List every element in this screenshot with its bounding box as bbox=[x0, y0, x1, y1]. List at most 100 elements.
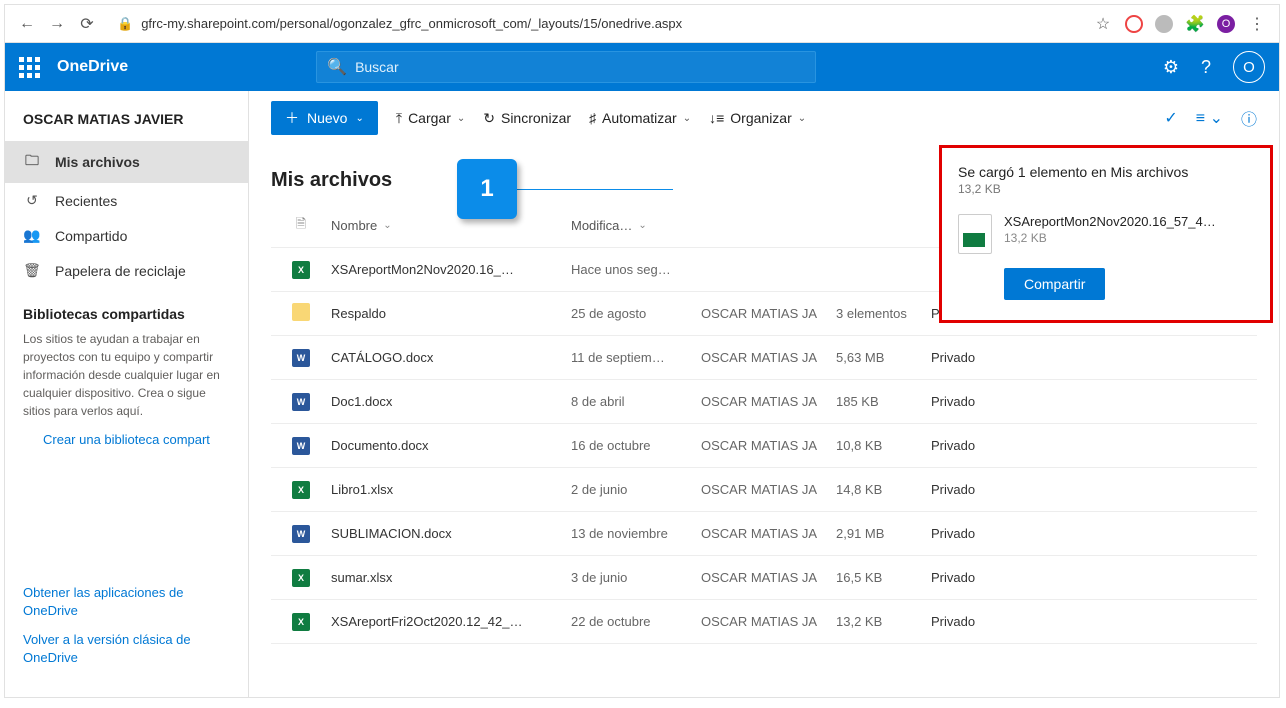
file-owner: OSCAR MATIAS JA bbox=[701, 350, 836, 365]
get-apps-link[interactable]: Obtener las aplicaciones de OneDrive bbox=[23, 584, 230, 620]
automate-button[interactable]: ♯ Automatizar ⌄ bbox=[589, 110, 691, 126]
doc-type-column-icon[interactable]: 🗎 bbox=[271, 215, 331, 237]
address-bar[interactable]: 🔒 gfrc-my.sharepoint.com/personal/ogonza… bbox=[107, 16, 1083, 32]
check-icon[interactable]: ✓ bbox=[1164, 108, 1177, 128]
browser-extensions: ☆ 🧩 O ⋮ bbox=[1093, 14, 1267, 34]
file-sharing: Privado bbox=[931, 482, 1026, 497]
file-owner: OSCAR MATIAS JA bbox=[701, 526, 836, 541]
folder-icon: 🗀 bbox=[23, 150, 41, 174]
sidebar-section-title: Bibliotecas compartidas bbox=[5, 288, 248, 330]
col-modified[interactable]: Modifica…⌄ bbox=[571, 218, 701, 233]
upload-icon: ⤒ bbox=[396, 110, 402, 127]
file-modified: 25 de agosto bbox=[571, 306, 701, 321]
table-row[interactable]: WDocumento.docx16 de octubreOSCAR MATIAS… bbox=[271, 424, 1257, 468]
file-sharing: Privado bbox=[931, 614, 1026, 629]
col-modified-label: Modifica… bbox=[571, 218, 632, 233]
chevron-down-icon: ⌄ bbox=[683, 113, 691, 124]
ext-adblock-icon[interactable] bbox=[1125, 15, 1143, 33]
classic-onedrive-link[interactable]: Volver a la versión clásica de OneDrive bbox=[23, 631, 230, 667]
toast-subtitle: 13,2 KB bbox=[958, 182, 1254, 196]
forward-icon[interactable]: → bbox=[47, 15, 67, 33]
file-name: XSAreportFri2Oct2020.12_42_… bbox=[331, 614, 571, 629]
table-row[interactable]: XLibro1.xlsx2 de junioOSCAR MATIAS JA14,… bbox=[271, 468, 1257, 512]
search-box[interactable]: 🔍 bbox=[316, 51, 816, 83]
app-title[interactable]: OneDrive bbox=[57, 58, 128, 76]
view-options-icon[interactable]: ≡ ⌄ bbox=[1196, 108, 1223, 128]
chevron-down-icon: ⌄ bbox=[383, 220, 391, 231]
back-icon[interactable]: ← bbox=[17, 15, 37, 33]
file-name: sumar.xlsx bbox=[331, 570, 571, 585]
file-modified: 22 de octubre bbox=[571, 614, 701, 629]
sidebar-item-shared[interactable]: 👥 Compartido bbox=[5, 218, 248, 253]
lock-icon: 🔒 bbox=[117, 16, 133, 32]
file-owner: OSCAR MATIAS JA bbox=[701, 482, 836, 497]
file-sharing: Privado bbox=[931, 350, 1026, 365]
plus-icon: ＋ bbox=[285, 108, 299, 128]
organize-button[interactable]: ↓≡ Organizar ⌄ bbox=[709, 110, 806, 126]
upload-button[interactable]: ⤒ Cargar ⌄ bbox=[396, 110, 465, 127]
file-modified: 8 de abril bbox=[571, 394, 701, 409]
user-avatar[interactable]: O bbox=[1233, 51, 1265, 83]
sync-button[interactable]: ↻ Sincronizar bbox=[483, 110, 571, 127]
sync-icon: ↻ bbox=[483, 110, 495, 127]
sort-icon: ↓≡ bbox=[709, 110, 724, 126]
create-library-link[interactable]: Crear una biblioteca compart bbox=[5, 420, 248, 447]
file-owner: OSCAR MATIAS JA bbox=[701, 306, 836, 321]
sidebar-item-recycle[interactable]: 🗑 Papelera de reciclaje bbox=[5, 253, 248, 288]
app-header: OneDrive 🔍 ⚙ ? O bbox=[5, 43, 1279, 91]
reload-icon[interactable]: ⟳ bbox=[77, 14, 97, 34]
upload-label: Cargar bbox=[408, 110, 451, 126]
file-size: 10,8 KB bbox=[836, 438, 931, 453]
file-size: 3 elementos bbox=[836, 306, 931, 321]
organize-label: Organizar bbox=[730, 110, 791, 126]
file-size: 13,2 KB bbox=[836, 614, 931, 629]
ext-icon[interactable] bbox=[1155, 15, 1173, 33]
main-content: ＋ Nuevo ⌄ ⤒ Cargar ⌄ ↻ Sincronizar ♯ Aut… bbox=[249, 91, 1279, 697]
file-size: 185 KB bbox=[836, 394, 931, 409]
star-icon[interactable]: ☆ bbox=[1093, 14, 1113, 34]
file-size: 2,91 MB bbox=[836, 526, 931, 541]
waffle-icon[interactable] bbox=[19, 57, 39, 77]
sidebar-item-recent[interactable]: ↺ Recientes bbox=[5, 183, 248, 218]
table-row[interactable]: WSUBLIMACION.docx13 de noviembreOSCAR MA… bbox=[271, 512, 1257, 556]
share-button[interactable]: Compartir bbox=[1004, 268, 1105, 300]
file-name: XSAreportMon2Nov2020.16_… bbox=[331, 262, 571, 277]
sidebar-item-my-files[interactable]: 🗀 Mis archivos bbox=[5, 141, 248, 183]
browser-chrome: ← → ⟳ 🔒 gfrc-my.sharepoint.com/personal/… bbox=[5, 5, 1279, 43]
sidebar-item-label: Compartido bbox=[55, 228, 127, 244]
sync-label: Sincronizar bbox=[501, 110, 571, 126]
file-type-icon: X bbox=[292, 261, 310, 279]
file-size: 5,63 MB bbox=[836, 350, 931, 365]
menu-kebab-icon[interactable]: ⋮ bbox=[1247, 14, 1267, 34]
table-row[interactable]: WDoc1.docx8 de abrilOSCAR MATIAS JA185 K… bbox=[271, 380, 1257, 424]
file-owner: OSCAR MATIAS JA bbox=[701, 570, 836, 585]
file-type-icon: W bbox=[292, 349, 310, 367]
file-modified: 11 de septiem… bbox=[571, 350, 701, 365]
chevron-down-icon: ⌄ bbox=[457, 113, 465, 124]
file-type-icon bbox=[292, 303, 310, 321]
search-input[interactable] bbox=[355, 59, 805, 75]
table-row[interactable]: XXSAreportFri2Oct2020.12_42_…22 de octub… bbox=[271, 600, 1257, 644]
info-icon[interactable]: ⓘ bbox=[1241, 106, 1257, 130]
toast-filesize: 13,2 KB bbox=[1004, 231, 1216, 245]
url-text: gfrc-my.sharepoint.com/personal/ogonzale… bbox=[141, 16, 682, 31]
people-icon: 👥 bbox=[23, 227, 41, 244]
table-row[interactable]: Xsumar.xlsx3 de junioOSCAR MATIAS JA16,5… bbox=[271, 556, 1257, 600]
sidebar: OSCAR MATIAS JAVIER 🗀 Mis archivos ↺ Rec… bbox=[5, 91, 249, 697]
table-row[interactable]: WCATÁLOGO.docx11 de septiem…OSCAR MATIAS… bbox=[271, 336, 1257, 380]
profile-avatar-icon[interactable]: O bbox=[1217, 15, 1235, 33]
callout-marker: 1 bbox=[457, 159, 517, 219]
file-modified: 2 de junio bbox=[571, 482, 701, 497]
user-name: OSCAR MATIAS JAVIER bbox=[5, 103, 248, 141]
col-name[interactable]: Nombre⌄ bbox=[331, 218, 571, 233]
gear-icon[interactable]: ⚙ bbox=[1163, 57, 1179, 78]
upload-toast: Se cargó 1 elemento en Mis archivos 13,2… bbox=[939, 145, 1273, 323]
puzzle-icon[interactable]: 🧩 bbox=[1185, 14, 1205, 34]
new-button-label: Nuevo bbox=[307, 110, 347, 126]
file-type-icon: W bbox=[292, 437, 310, 455]
help-icon[interactable]: ? bbox=[1201, 57, 1211, 78]
flow-icon: ♯ bbox=[589, 110, 596, 126]
new-button[interactable]: ＋ Nuevo ⌄ bbox=[271, 101, 378, 135]
sidebar-item-label: Recientes bbox=[55, 193, 117, 209]
command-bar: ＋ Nuevo ⌄ ⤒ Cargar ⌄ ↻ Sincronizar ♯ Aut… bbox=[249, 91, 1279, 145]
